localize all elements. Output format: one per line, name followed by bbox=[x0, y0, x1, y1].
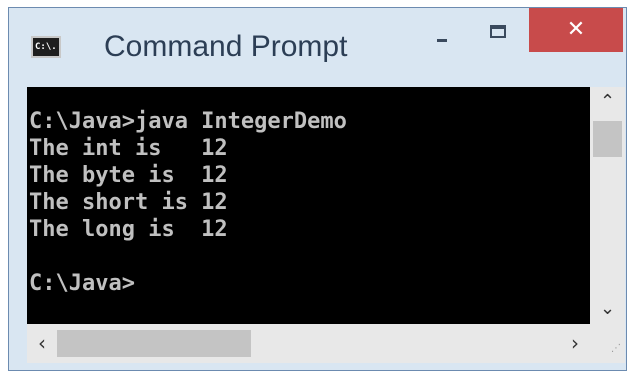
console-line: The byte is 12 bbox=[29, 163, 228, 188]
vertical-scrollbar[interactable]: ⌃ ⌄ bbox=[590, 87, 625, 324]
window-title: Command Prompt bbox=[104, 30, 348, 63]
console-output[interactable]: C:\Java>java IntegerDemo The int is 12 The… bbox=[27, 87, 590, 324]
console-line: The short is 12 bbox=[29, 190, 228, 215]
maximize-button[interactable] bbox=[473, 8, 523, 52]
console-line: The int is 12 bbox=[29, 136, 228, 161]
command-prompt-icon: C:\. bbox=[31, 36, 61, 58]
scroll-right-arrow-icon[interactable]: › bbox=[560, 324, 590, 363]
vertical-scroll-thumb[interactable] bbox=[593, 121, 622, 157]
scroll-up-arrow-icon[interactable]: ⌃ bbox=[590, 87, 625, 117]
command-prompt-window: C:\. Command Prompt ✕ C:\Java>java Integ… bbox=[8, 7, 627, 371]
close-button[interactable]: ✕ bbox=[529, 8, 623, 52]
horizontal-scroll-thumb[interactable] bbox=[57, 330, 251, 357]
horizontal-scrollbar[interactable]: ‹ › bbox=[27, 324, 590, 363]
scroll-left-arrow-icon[interactable]: ‹ bbox=[27, 324, 57, 363]
scroll-down-arrow-icon[interactable]: ⌄ bbox=[590, 294, 625, 324]
console-line: The long is 12 bbox=[29, 217, 228, 242]
title-bar[interactable]: C:\. Command Prompt ✕ bbox=[9, 8, 626, 86]
minimize-button[interactable] bbox=[417, 8, 467, 52]
console-line: C:\Java>java IntegerDemo bbox=[29, 109, 347, 134]
console-prompt: C:\Java> bbox=[29, 271, 135, 296]
resize-grip-icon[interactable]: ⋰ bbox=[590, 324, 625, 363]
